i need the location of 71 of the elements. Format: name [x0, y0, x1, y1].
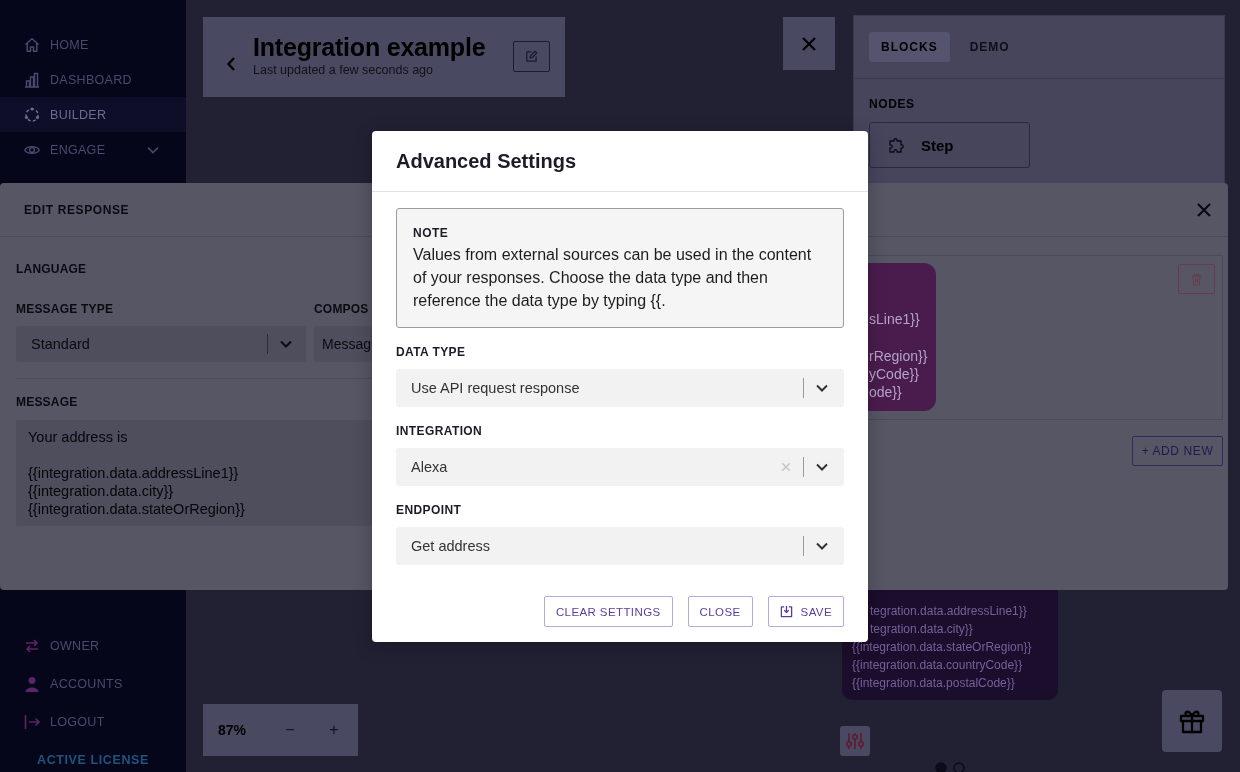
field-label: MESSAGE [16, 395, 78, 409]
add-new-button[interactable]: + ADD NEW [1132, 436, 1223, 466]
last-updated-text: Last updated a few seconds ago [253, 62, 434, 78]
note-text: Values from external sources can be used in the content of your responses. Choose the data type and then reference the data type by typing {{. [413, 245, 813, 311]
select-field[interactable]: Use API request response [396, 369, 844, 407]
filter-button[interactable] [840, 726, 870, 756]
bar-chart-icon [24, 71, 40, 88]
clear-icon[interactable] [781, 462, 791, 472]
field-label: ENDPOINT [396, 503, 462, 517]
zoom-in-button[interactable]: + [312, 721, 356, 739]
field-label: MESSAGE TYPE [16, 302, 115, 316]
person-icon [24, 676, 40, 692]
field-label: DATA TYPE [396, 345, 466, 359]
save-tray-icon [779, 605, 793, 618]
pencil-icon [525, 50, 538, 63]
panel-tab[interactable]: DEMO [957, 32, 1022, 62]
house-icon [24, 36, 40, 53]
select-field[interactable]: Standard [16, 326, 306, 362]
node-text-line: {{integration.data.countryCode}} [852, 657, 1023, 674]
gift-button[interactable] [1162, 690, 1222, 752]
panel-tab[interactable]: BLOCKS [869, 32, 950, 62]
chevron-down-icon [816, 384, 828, 392]
zoom-level: 87% [218, 722, 248, 738]
field-label: INTEGRATION [396, 424, 483, 438]
section-title: NODES [869, 97, 916, 112]
chevron-down-icon [816, 463, 828, 471]
sidebar-item[interactable]: ACCOUNTS [0, 665, 186, 703]
delete-button[interactable] [1178, 264, 1215, 294]
flow-title: Integration example [253, 32, 486, 62]
zoom-out-button[interactable]: − [268, 721, 312, 739]
field-label: LANGUAGE [16, 262, 87, 276]
dashed-circle-icon [24, 106, 40, 123]
gift-icon [1179, 708, 1205, 734]
message-node[interactable]: tegration.data.addressLine1}} tegration.data.city}} {{integration.data.stateOrRegion}} {{integration.data.countryCode}} {{integration.data.postalCode}} [842, 590, 1058, 700]
panel-title: EDIT RESPONSE [24, 202, 130, 217]
sidebar-item[interactable]: HOME [0, 27, 186, 62]
dialog-button[interactable]: SAVE [767, 596, 844, 627]
chevron-down-icon [280, 340, 292, 348]
edit-button[interactable] [513, 41, 550, 72]
close-icon[interactable] [1196, 201, 1212, 218]
message-field[interactable]: Your address is {{integration.data.addressLine1}} {{integration.data.city}} {{integration.data.stateOrRegion}} [16, 420, 372, 526]
field-label: COMPOS [314, 302, 370, 316]
chevron-down-icon [816, 542, 828, 550]
close-button[interactable] [783, 17, 835, 70]
sliders-icon [845, 731, 865, 751]
node-text-line: tegration.data.addressLine1}} [870, 603, 1027, 620]
back-chevron-icon[interactable] [226, 56, 236, 72]
select-field[interactable]: Get address [396, 527, 844, 565]
node-block[interactable]: Step [869, 122, 1030, 168]
message-bubble: sLine1}} rRegion}} yCode}} ode}} [868, 263, 936, 411]
dialog-title: Advanced Settings [396, 149, 577, 173]
select-field[interactable]: Alexa [396, 448, 844, 486]
sidebar-item[interactable]: ENGAGE [0, 132, 186, 167]
swap-arrows-icon [24, 638, 40, 654]
note-label: NOTE [413, 226, 449, 241]
license-status: ACTIVE LICENSE [36, 752, 150, 769]
sidebar-item[interactable]: BUILDER [0, 97, 186, 132]
close-icon [801, 35, 817, 52]
sidebar-item[interactable]: DASHBOARD [0, 62, 186, 97]
exit-arrow-icon [24, 714, 40, 730]
select-field[interactable]: Messag [314, 326, 372, 362]
node-text-line: tegration.data.city}} [870, 621, 973, 638]
chevron-down-icon [147, 145, 159, 154]
sidebar-item[interactable]: OWNER [0, 627, 186, 665]
trash-icon [1191, 272, 1202, 286]
puzzle-piece-icon [887, 135, 907, 155]
node-text-line: {{integration.data.postalCode}} [852, 675, 1015, 692]
dialog-button[interactable]: CLEAR SETTINGS [543, 596, 673, 627]
node-text-line: {{integration.data.stateOrRegion}} [852, 639, 1032, 656]
sidebar-item[interactable]: LOGOUT [0, 703, 186, 741]
dialog-button[interactable]: CLOSE [687, 596, 753, 627]
